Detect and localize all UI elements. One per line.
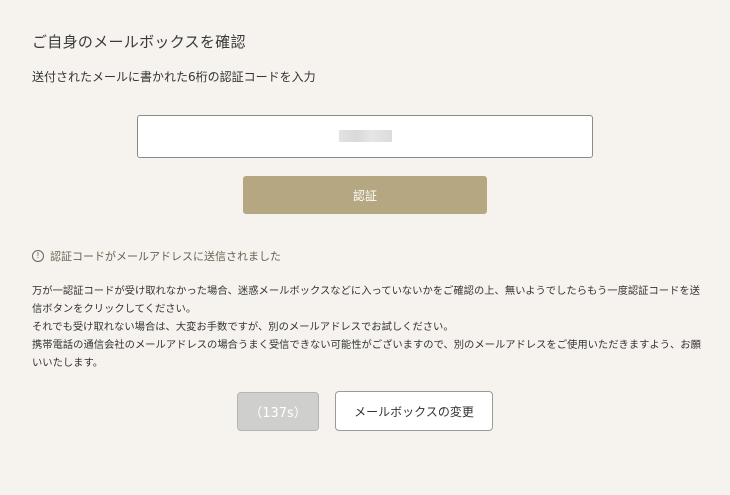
verify-email-page: ご自身のメールボックスを確認 送付されたメールに書かれた6桁の認証コードを入力 … xyxy=(0,0,730,495)
code-sent-notice: ! 認証コードがメールアドレスに送信されました xyxy=(32,248,281,264)
help-line: 携帯電話の通信会社のメールアドレスの場合うまく受信できない可能性がございますので… xyxy=(32,339,701,369)
notice-text: 認証コードがメールアドレスに送信されました xyxy=(50,250,281,263)
help-line: それでも受け取れない場合は、大変お手数ですが、別のメールアドレスでお試しください… xyxy=(32,321,454,333)
help-line: 万が一認証コードが受け取れなかった場合、迷惑メールボックスなどに入っていないかを… xyxy=(32,285,700,315)
change-mailbox-button[interactable]: メールボックスの変更 xyxy=(335,391,493,431)
page-subtitle: 送付されたメールに書かれた6桁の認証コードを入力 xyxy=(32,70,316,84)
verification-code-input[interactable] xyxy=(137,115,593,158)
help-text: 万が一認証コードが受け取れなかった場合、迷惑メールボックスなどに入っていないかを… xyxy=(32,282,702,372)
resend-code-button[interactable]: （137s） xyxy=(237,392,319,431)
page-title: ご自身のメールボックスを確認 xyxy=(32,33,246,51)
verify-button[interactable]: 認証 xyxy=(243,176,487,214)
info-circle-icon: ! xyxy=(32,250,44,262)
